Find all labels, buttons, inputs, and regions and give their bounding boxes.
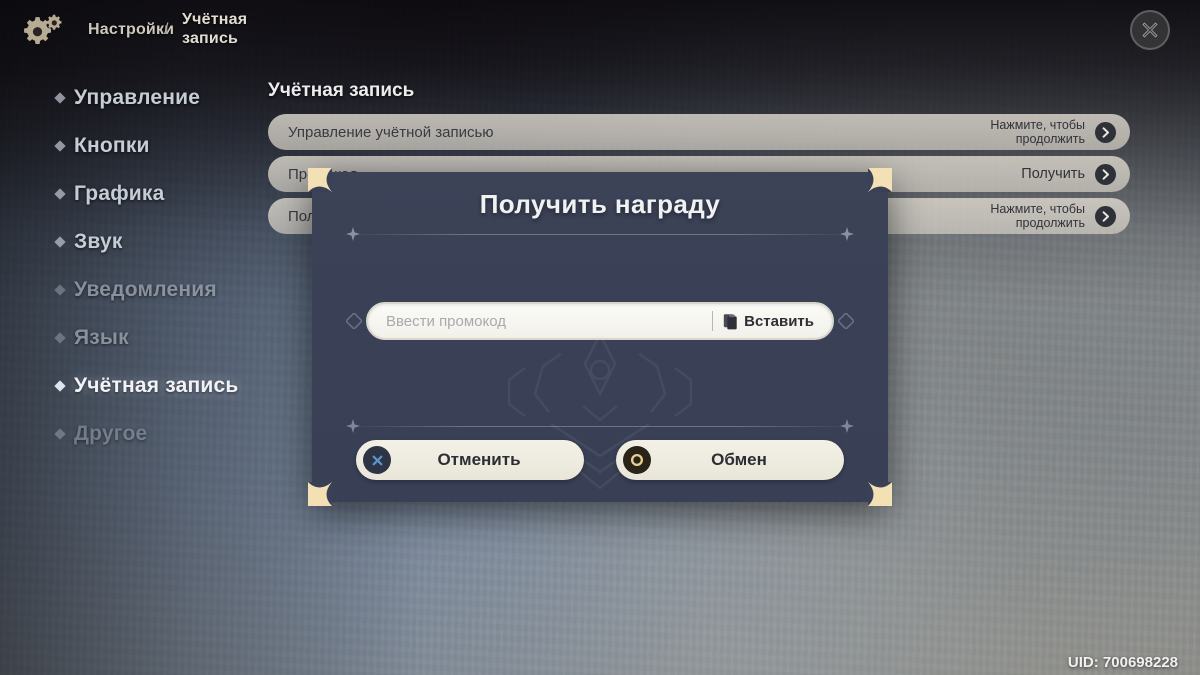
star-diamond-ornament (346, 419, 360, 433)
sidebar-item-upravlenie[interactable]: Управление (0, 74, 300, 122)
dialog-divider-bottom (346, 419, 854, 433)
setting-row-action-label: Нажмите, чтобы продолжить (990, 202, 1085, 230)
breadcrumb-current: Учётная запись (182, 11, 248, 47)
sidebar-item-label: Графика (74, 182, 165, 205)
action-line-2: продолжить (1015, 132, 1085, 146)
bullet-diamond-icon (54, 380, 66, 392)
sidebar-item-label: Уведомления (74, 278, 217, 301)
sidebar-item-zvuk[interactable]: Звук (0, 218, 300, 266)
sidebar-item-label: Кнопки (74, 134, 150, 157)
star-diamond-ornament (840, 419, 854, 433)
sidebar-item-label: Звук (74, 230, 123, 253)
chevron-right-icon[interactable] (1095, 121, 1116, 143)
dialog-divider-top (346, 227, 854, 241)
setting-row-action[interactable]: Нажмите, чтобы продолжить (990, 198, 1116, 234)
sidebar-item-drugoe[interactable]: Другое (0, 410, 300, 458)
diamond-ornament-right-icon (838, 313, 854, 329)
action-line-1: Нажмите, чтобы (990, 118, 1085, 132)
clipboard-icon (723, 314, 737, 330)
bullet-diamond-icon (54, 140, 66, 152)
divider-line (360, 425, 840, 427)
sidebar-item-uchetnaya-zapis[interactable]: Учётная запись (0, 362, 300, 410)
sidebar-item-label: Другое (74, 422, 148, 445)
sidebar-item-label: Управление (74, 86, 201, 109)
cancel-button[interactable]: Отменить (356, 440, 584, 480)
paste-button[interactable]: Вставить (723, 312, 822, 330)
setting-row-account-management[interactable]: Управление учётной записью Нажмите, чтоб… (268, 114, 1130, 150)
gear-icon (22, 10, 66, 50)
bullet-diamond-icon (54, 236, 66, 248)
sidebar-item-yazyk[interactable]: Язык (0, 314, 300, 362)
diamond-ornament-left-icon (346, 313, 362, 329)
bullet-diamond-icon (54, 92, 66, 104)
confirm-button[interactable]: Обмен (616, 440, 844, 480)
promo-code-input[interactable] (386, 312, 707, 330)
chevron-right-icon[interactable] (1095, 205, 1116, 227)
close-icon (1142, 22, 1158, 38)
promo-input-row: Вставить (346, 302, 854, 340)
sidebar-item-knopki[interactable]: Кнопки (0, 122, 300, 170)
paste-button-label: Вставить (744, 312, 814, 330)
uid-label: UID: 700698228 (1067, 654, 1178, 671)
setting-row-label: Управление учётной записью (288, 123, 494, 141)
close-button[interactable] (1130, 10, 1170, 50)
input-separator (712, 311, 714, 331)
dialog-title: Получить награду (479, 189, 721, 219)
bullet-diamond-icon (54, 332, 66, 344)
page-title: Учётная запись (268, 80, 415, 101)
cancel-circle-icon (363, 446, 391, 474)
setting-row-action[interactable]: Получить (1021, 156, 1116, 192)
sidebar-item-uvedomleniya[interactable]: Уведомления (0, 266, 300, 314)
promo-code-field[interactable]: Вставить (366, 302, 834, 340)
divider-line (360, 233, 840, 235)
setting-row-action-label: Нажмите, чтобы продолжить (990, 118, 1085, 146)
action-line-2: продолжить (1015, 216, 1085, 230)
sidebar-item-label: Учётная запись (74, 374, 239, 397)
breadcrumb-separator: / (164, 21, 169, 38)
settings-sidebar: Управление Кнопки Графика Звук Уведомлен… (0, 74, 300, 454)
redeem-code-dialog: Получить награду Ввести промокод Вставит… (308, 168, 892, 506)
bullet-diamond-icon (54, 284, 66, 296)
star-diamond-ornament (346, 227, 360, 241)
sidebar-item-grafika[interactable]: Графика (0, 170, 300, 218)
header-bar: Настройки / Учётная запись (0, 0, 1200, 62)
star-diamond-ornament (840, 227, 854, 241)
bullet-diamond-icon (54, 188, 66, 200)
chevron-right-icon[interactable] (1095, 163, 1116, 185)
dialog-body: Получить награду Ввести промокод Вставит… (312, 172, 888, 502)
screen: Настройки / Учётная запись Управление Кн… (0, 0, 1200, 675)
dialog-button-row: Отменить Обмен (356, 440, 844, 480)
breadcrumb-root[interactable]: Настройки (88, 21, 174, 39)
bullet-diamond-icon (54, 428, 66, 440)
confirm-circle-icon (623, 446, 651, 474)
setting-row-action[interactable]: Нажмите, чтобы продолжить (990, 114, 1116, 150)
sidebar-item-label: Язык (74, 326, 129, 349)
action-line-1: Нажмите, чтобы (990, 202, 1085, 216)
setting-row-action-label: Получить (1021, 166, 1085, 182)
